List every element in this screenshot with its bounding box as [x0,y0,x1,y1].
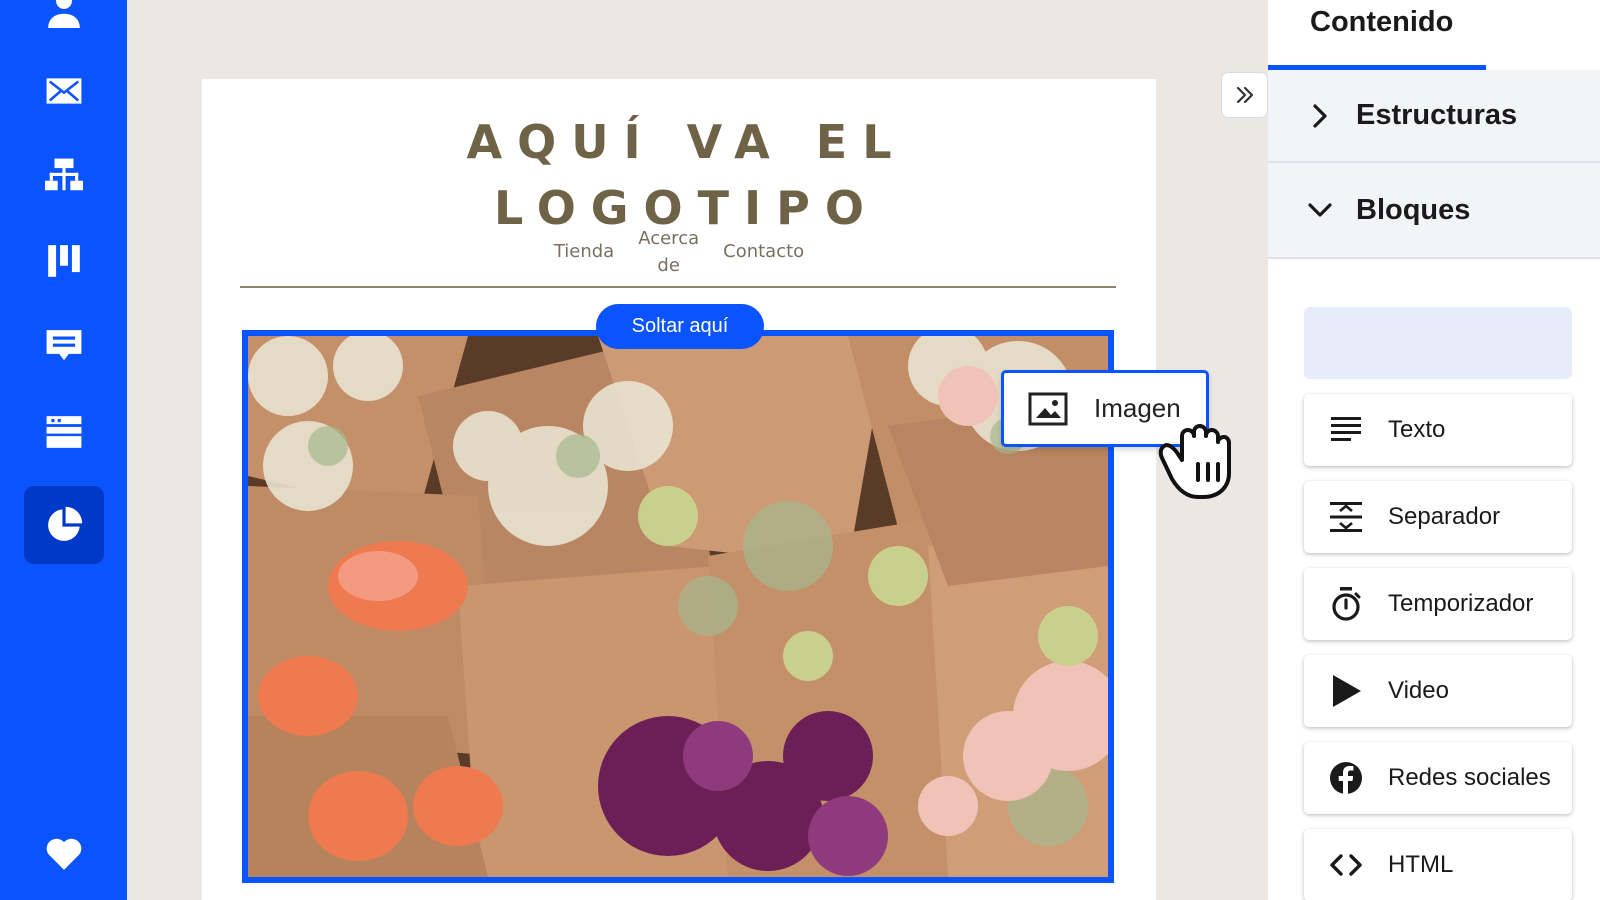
email-nav-contacto[interactable]: Contacto [723,225,804,279]
code-icon [1330,854,1362,876]
block-html[interactable]: HTML [1304,829,1572,900]
block-texto-label: Texto [1388,416,1446,443]
reports-icon [48,506,83,541]
mail-icon [46,78,82,104]
automation-icon [45,158,83,191]
nav-conversations[interactable] [24,307,104,385]
block-temporizador-label: Temporizador [1388,590,1534,617]
image-icon [1028,392,1068,425]
block-video-label: Video [1388,677,1449,704]
nav-automations[interactable] [24,137,104,215]
play-icon [1333,675,1361,707]
chevron-right-icon [1313,103,1327,128]
pipeline-icon [48,245,80,277]
block-separador-label: Separador [1388,503,1501,530]
facebook-icon [1330,762,1362,794]
email-nav-acerca-line2: de [657,255,680,276]
drop-here-label: Soltar aquí [596,304,764,349]
block-video[interactable]: Video [1304,655,1572,727]
email-divider [240,286,1116,288]
double-chevron-right-icon [1236,86,1253,104]
block-html-label: HTML [1388,851,1454,878]
nav-reports[interactable] [24,486,104,564]
block-separador[interactable]: Separador [1304,481,1572,553]
nav-favorites[interactable] [24,815,104,893]
email-nav: Tienda Acerca de Contacto [202,225,1156,279]
section-estructuras[interactable]: Estructuras [1268,70,1600,163]
left-sidebar [0,0,127,900]
block-redes-sociales-label: Redes sociales [1388,764,1551,791]
block-texto[interactable]: Texto [1304,394,1572,466]
text-icon [1331,417,1361,441]
image-drop-zone[interactable] [242,330,1114,883]
dragged-block-label: Imagen [1094,393,1181,423]
tab-contenido[interactable]: Contenido [1310,6,1453,39]
nav-website[interactable] [24,393,104,471]
website-icon [46,416,82,448]
logo-line-1: AQUÍ VA EL [466,115,907,169]
block-temporizador[interactable]: Temporizador [1304,568,1572,640]
email-nav-acerca-line1: Acerca [638,228,700,249]
block-redes-sociales[interactable]: Redes sociales [1304,742,1572,814]
nav-pipelines[interactable] [24,222,104,300]
logo-placeholder[interactable]: AQUÍ VA EL LOGOTIPO [202,109,1156,241]
dragged-block-placeholder [1304,307,1572,379]
messages-icon [46,330,82,361]
content-panel: Contenido Estructuras Bloques Texto Sepa… [1268,0,1600,900]
timer-icon [1332,587,1361,621]
grab-cursor-icon [1158,424,1231,499]
nav-campaigns[interactable] [24,52,104,130]
section-bloques-label: Bloques [1356,193,1471,226]
section-estructuras-label: Estructuras [1356,99,1518,131]
email-nav-acerca[interactable]: Acerca de [638,225,699,279]
user-icon [48,0,80,28]
flowers-photo [248,336,1108,877]
nav-contacts[interactable] [24,0,104,48]
chevron-down-icon [1308,203,1332,217]
heart-icon [46,838,82,870]
section-bloques[interactable]: Bloques [1268,163,1600,259]
divider-icon [1330,502,1362,532]
email-nav-tienda[interactable]: Tienda [554,225,614,279]
collapse-panel-button[interactable] [1221,72,1268,118]
